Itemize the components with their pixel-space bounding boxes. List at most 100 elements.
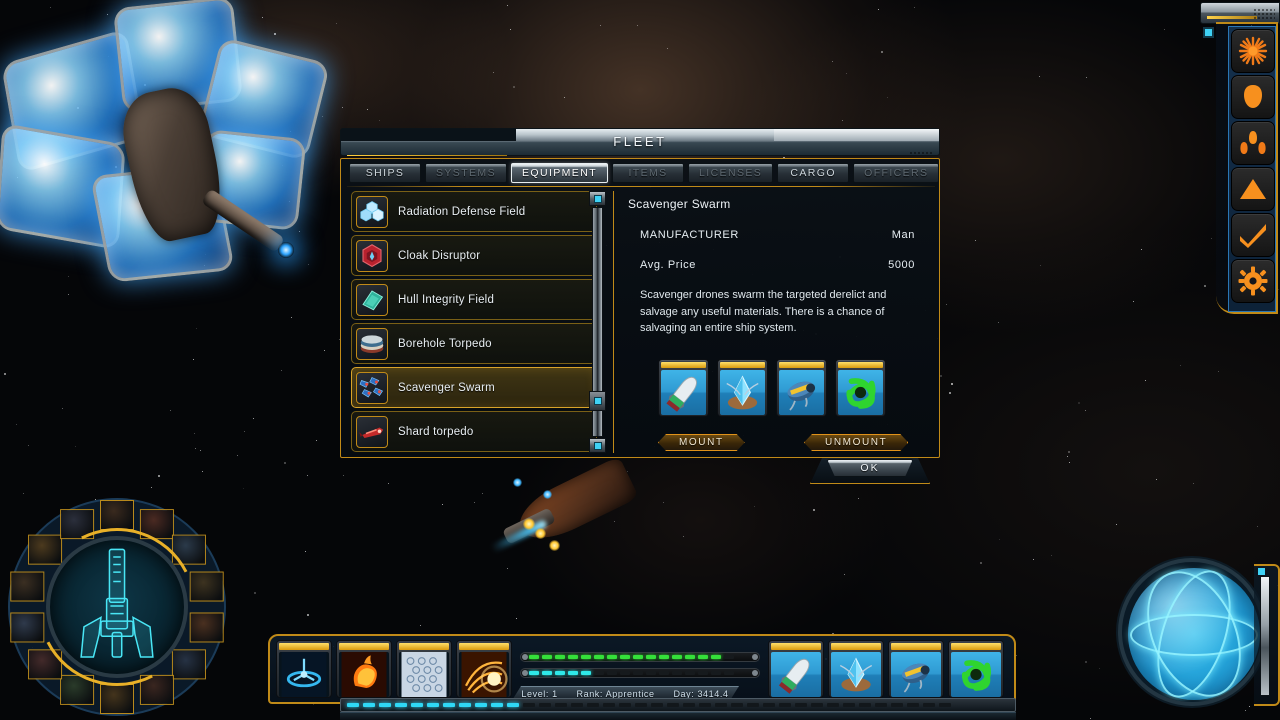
star <box>22 493 24 495</box>
rail-button-confirm[interactable] <box>1231 213 1275 257</box>
warp-vortex-icon <box>459 652 509 697</box>
grip-icon <box>1253 8 1275 19</box>
unmount-button[interactable]: UNMOUNT <box>804 434 908 451</box>
rail-button-starburst[interactable] <box>1231 29 1275 73</box>
missile-slot[interactable] <box>658 359 709 417</box>
price-label: Avg. Price <box>640 259 696 271</box>
tab-licenses[interactable]: LICENSES <box>688 163 774 183</box>
star <box>858 498 860 500</box>
warp-bar-segment <box>379 703 391 707</box>
star <box>509 28 511 30</box>
swarm-slot[interactable] <box>835 359 886 417</box>
crystal-slot[interactable] <box>717 359 768 417</box>
list-item[interactable]: Cloak Disruptor <box>351 235 597 276</box>
page-title: FLEET <box>613 134 667 149</box>
warp-bar-segment <box>875 703 887 707</box>
warp-bar-segment <box>411 703 423 707</box>
manufacturer-label: MANUFACTURER <box>640 229 739 241</box>
tab-items[interactable]: ITEMS <box>612 163 685 183</box>
schematic-slot[interactable] <box>100 684 134 714</box>
ok-button[interactable]: OK <box>827 459 913 477</box>
star <box>419 624 421 626</box>
star <box>237 454 239 456</box>
warp-bar-segment <box>571 703 583 707</box>
tab-cargo[interactable]: CARGO <box>777 163 850 183</box>
ship-schematic-wheel[interactable] <box>8 498 226 716</box>
star <box>306 614 309 617</box>
scrollbar-thumb[interactable] <box>589 391 606 411</box>
rail-button-fleet[interactable] <box>1231 121 1275 165</box>
nav-globe-widget[interactable] <box>1118 558 1280 720</box>
star <box>1180 365 1182 366</box>
tab-systems[interactable]: SYSTEMS <box>425 163 507 183</box>
bar-segment <box>698 671 708 675</box>
tab-bar: SHIPS SYSTEMS EQUIPMENT ITEMS LICENSES CARGO O… <box>349 163 940 183</box>
scroll-up-button[interactable] <box>589 191 606 206</box>
ship-hologram <box>46 536 188 678</box>
rail-button-settings[interactable] <box>1231 259 1275 303</box>
star <box>980 562 983 565</box>
star <box>515 617 517 619</box>
bar-segment <box>620 671 630 675</box>
list-item[interactable]: Radiation Defense Field <box>351 191 597 232</box>
slot-thumbnail <box>190 613 223 642</box>
warp-bar-segment <box>507 703 519 707</box>
top-right-minimize-tab[interactable] <box>1200 2 1280 24</box>
bar-segment <box>672 655 682 659</box>
list-item[interactable]: Shard torpedo <box>351 411 597 452</box>
equipment-list-scrollbar[interactable] <box>589 191 606 453</box>
mount-button[interactable]: MOUNT <box>658 434 745 451</box>
shield-bar <box>520 668 760 678</box>
hud-system-warp-vortex-icon[interactable] <box>456 640 512 698</box>
hud-equipment-white-missile-icon[interactable] <box>768 640 824 698</box>
star <box>253 591 256 594</box>
schematic-slot[interactable] <box>100 500 134 530</box>
hud-system-shield-ring-icon[interactable] <box>276 640 332 698</box>
drone-slot[interactable] <box>776 359 827 417</box>
list-item[interactable]: Scavenger Swarm <box>351 367 597 408</box>
tab-accent-line <box>1207 16 1257 19</box>
hud-system-hex-grid-icon[interactable] <box>396 640 452 698</box>
bar-segment <box>529 655 539 659</box>
hud-equipment-yellow-drone-icon[interactable] <box>888 640 944 698</box>
equipment-list[interactable]: Radiation Defense Field Cloak Disruptor Hu… <box>351 191 597 453</box>
bar-segment <box>646 671 656 675</box>
bottom-hud: Level: 1 Rank: Apprentice Day: 3414.4 <box>268 634 1016 720</box>
right-rail-buttons <box>1228 26 1276 312</box>
bar-segment <box>711 655 721 659</box>
star <box>940 375 943 378</box>
top-right-indicator-icon[interactable] <box>1203 27 1214 38</box>
warp-bar-segment <box>715 703 727 707</box>
triangle-up-icon <box>1238 176 1268 202</box>
hex-grid-icon <box>399 652 449 697</box>
warp-bar-segment <box>859 703 871 707</box>
tab-equipment[interactable]: EQUIPMENT <box>510 163 609 183</box>
scroll-down-button[interactable] <box>589 438 606 453</box>
list-item-label: Radiation Defense Field <box>398 205 526 218</box>
list-item[interactable]: Hull Integrity Field <box>351 279 597 320</box>
list-item[interactable]: Borehole Torpedo <box>351 323 597 364</box>
warp-bar-segment <box>683 703 695 707</box>
tab-officers[interactable]: OFFICERS <box>853 163 940 183</box>
bar-segment <box>724 655 734 659</box>
star <box>1204 285 1207 288</box>
slot-cap <box>720 362 765 368</box>
rail-button-upgrade[interactable] <box>1231 167 1275 211</box>
star <box>1068 461 1070 463</box>
hud-equipment-blue-crystal-pod-icon[interactable] <box>828 640 884 698</box>
hud-system-fire-fist-icon[interactable] <box>336 640 392 698</box>
detail-item-name: Scavenger Swarm <box>628 197 731 211</box>
star <box>663 502 665 504</box>
star <box>753 506 755 508</box>
rail-button-crew[interactable] <box>1231 75 1275 119</box>
star <box>1085 661 1088 664</box>
star <box>1116 524 1118 526</box>
dialog-titlebar: FLEET <box>340 128 940 156</box>
star <box>323 350 325 352</box>
list-item-label: Scavenger Swarm <box>398 381 495 394</box>
tab-ships[interactable]: SHIPS <box>349 163 421 183</box>
star <box>1077 401 1080 404</box>
globe-side-panel[interactable] <box>1254 564 1280 706</box>
globe-zoom-slider[interactable] <box>1260 576 1270 696</box>
hud-equipment-green-swarm-icon[interactable] <box>948 640 1004 698</box>
